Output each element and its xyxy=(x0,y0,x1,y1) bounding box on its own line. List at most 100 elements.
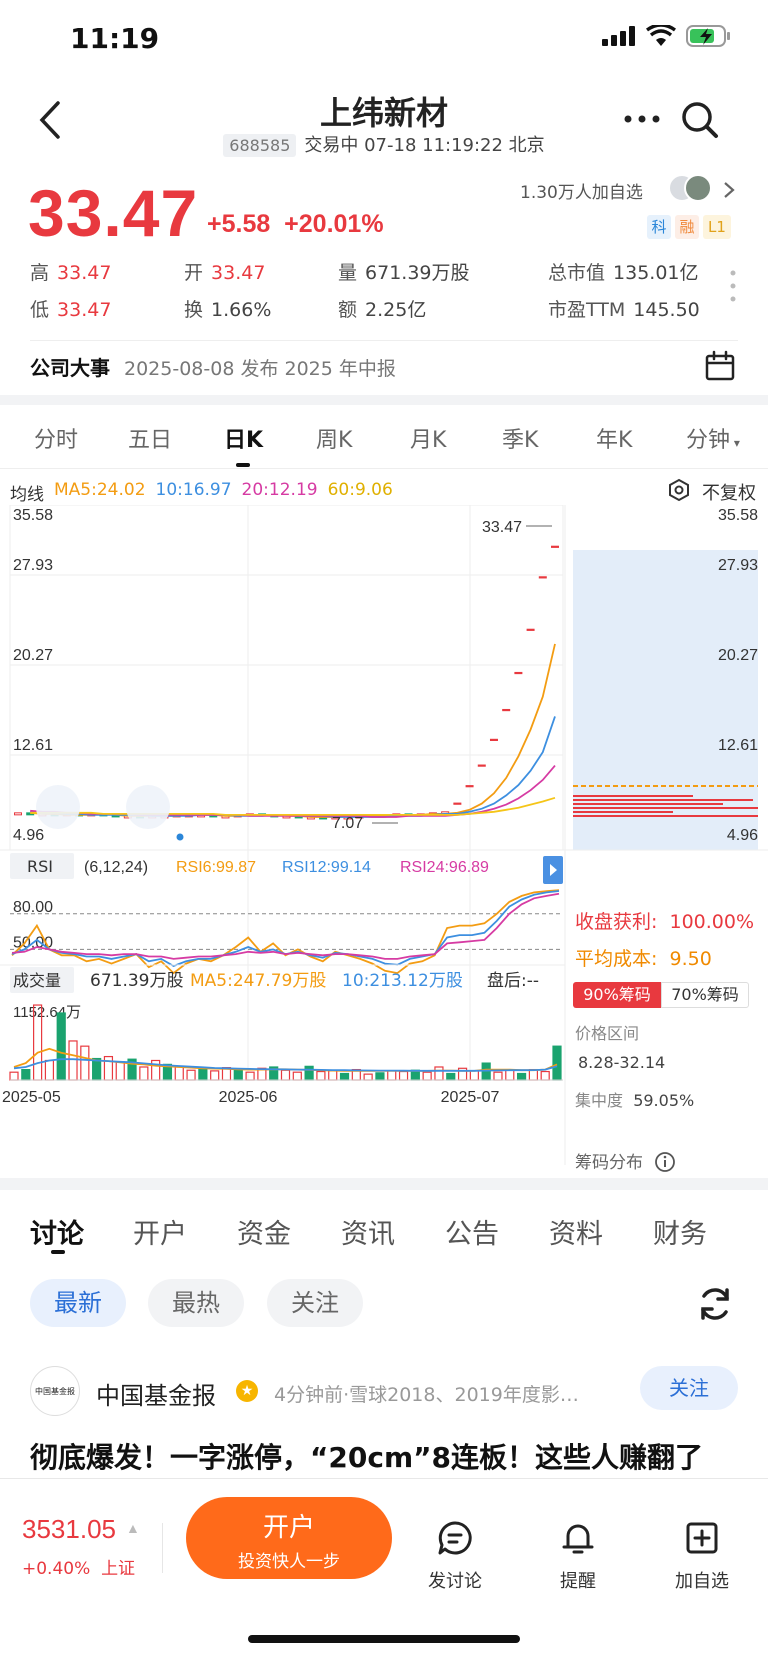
section-divider-2 xyxy=(0,1178,768,1190)
chip-range-label: 价格区间 xyxy=(575,1024,640,1043)
chip-tab-70[interactable]: 70%筹码 xyxy=(661,982,749,1008)
chip-bar-1 xyxy=(573,799,753,801)
volume-bar xyxy=(552,1045,562,1081)
kline-ytick: 27.93 xyxy=(13,557,53,574)
tab-discuss[interactable]: 讨论 xyxy=(30,1212,84,1251)
rsi-legend-0: RSI6:99.87 xyxy=(176,859,256,876)
index-value[interactable]: 3531.05 ▲ xyxy=(22,1514,140,1545)
volume-bar xyxy=(80,1045,90,1081)
post-title[interactable]: 彻底爆发！一字涨停，“20cm”8连板！这些人赚翻了 xyxy=(30,1436,703,1476)
adjust-toggle[interactable]: 不复权 xyxy=(702,479,756,505)
rsi-legend-1: RSI12:99.14 xyxy=(282,859,371,876)
rsi-params: (6,12,24) xyxy=(84,859,148,876)
last-price: 33.47 xyxy=(28,176,199,250)
tab-open-account[interactable]: 开户 xyxy=(133,1212,187,1251)
tab-announcements[interactable]: 公告 xyxy=(445,1212,499,1251)
stat-high: 高 33.47 xyxy=(30,262,112,284)
price-change: +5.58 +20.01% xyxy=(207,210,384,238)
volume-bar xyxy=(446,1072,456,1081)
tab-profile[interactable]: 资料 xyxy=(549,1212,603,1251)
volume-bar xyxy=(516,1072,527,1081)
volume-bar xyxy=(469,1070,479,1081)
tab-quarterly-k[interactable]: 季K xyxy=(502,422,538,454)
refresh-icon[interactable] xyxy=(696,1285,734,1323)
ma-line-ma5 xyxy=(30,643,556,818)
candle xyxy=(502,708,511,712)
chip-bar-3 xyxy=(573,807,758,809)
add-watchlist-button[interactable]: 加自选 xyxy=(667,1519,737,1593)
volume-legend-0: 671.39万股 xyxy=(90,971,183,991)
follower-avatars[interactable] xyxy=(668,174,712,202)
chip-bar-2 xyxy=(573,803,723,805)
rsi-legend-2: RSI24:96.89 xyxy=(400,859,489,876)
followers-count[interactable]: 1.30万人加自选 xyxy=(520,178,643,203)
candle xyxy=(14,812,22,816)
tab-minute[interactable]: 分钟 ▾ xyxy=(686,422,740,454)
chevron-right-icon[interactable] xyxy=(722,180,736,200)
volume-bar xyxy=(493,1071,503,1081)
chart-scroll-icon xyxy=(36,785,80,829)
stat-open: 开 33.47 xyxy=(184,262,266,284)
chip-range: 8.28-32.14 xyxy=(578,1053,666,1072)
remind-button[interactable]: 提醒 xyxy=(543,1519,613,1593)
price-change-pct: +20.01% xyxy=(284,210,384,238)
volume-bar xyxy=(92,1057,102,1081)
post-discuss-button[interactable]: 发讨论 xyxy=(420,1519,490,1593)
tab-monthly-k[interactable]: 月K xyxy=(410,422,446,454)
author-avatar[interactable]: 中国基金报 xyxy=(30,1366,80,1416)
section-divider xyxy=(0,395,768,405)
stat-pe: 市盈TTM 145.50 xyxy=(548,299,700,321)
chip-ytick: 27.93 xyxy=(718,557,758,574)
chip-bar-4 xyxy=(573,811,673,813)
candle xyxy=(514,671,523,675)
stock-code: 688585 xyxy=(223,134,297,157)
volume-xtick: 2025-07 xyxy=(441,1089,500,1106)
volume-bar xyxy=(505,1069,515,1081)
volume-bar xyxy=(528,1068,538,1081)
settings-icon[interactable] xyxy=(667,478,691,502)
up-arrow-icon: ▲ xyxy=(125,1520,140,1536)
open-account-button[interactable]: 开户 投资快人一步 xyxy=(186,1497,392,1579)
kline-ytick: 20.27 xyxy=(13,647,53,664)
tab-5day[interactable]: 五日 xyxy=(128,422,172,454)
company-event[interactable]: 公司大事 2025-08-08 发布 2025 年中报 xyxy=(30,352,396,381)
post-header: 中国基金报 中国基金报 ★ 4分钟前·雪球2018、2019年度影… 关注 xyxy=(30,1366,740,1424)
volume-bar xyxy=(245,1071,255,1081)
info-icon[interactable] xyxy=(654,1151,676,1173)
tag-star-market: 科 xyxy=(647,215,671,239)
discuss-tab-indicator xyxy=(51,1250,65,1254)
volume-bar xyxy=(328,1070,338,1081)
filter-following[interactable]: 关注 xyxy=(267,1279,363,1327)
tab-news[interactable]: 资讯 xyxy=(341,1212,395,1251)
volume-bar xyxy=(316,1070,326,1081)
rsi-ytick: 80.00 xyxy=(13,899,53,916)
kline-tabs: 分时 五日 日K 周K 月K 季K 年K 分钟 ▾ xyxy=(0,408,768,468)
tab-funds[interactable]: 资金 xyxy=(237,1212,291,1251)
tab-weekly-k[interactable]: 周K xyxy=(316,422,352,454)
chip-dist-label[interactable]: 筹码分布 xyxy=(575,1148,676,1173)
volume-bar xyxy=(233,1068,243,1081)
volume-bar xyxy=(422,1071,432,1081)
volume-bar xyxy=(9,1071,19,1081)
filter-latest[interactable]: 最新 xyxy=(30,1279,126,1327)
plus-box-icon xyxy=(686,1522,718,1554)
search-icon[interactable] xyxy=(680,100,720,140)
tab-intraday[interactable]: 分时 xyxy=(34,422,78,454)
calendar-icon[interactable] xyxy=(704,350,736,382)
volume-bar xyxy=(387,1070,397,1081)
more-icon[interactable] xyxy=(622,104,662,134)
follow-button[interactable]: 关注 xyxy=(640,1366,738,1410)
tab-financials[interactable]: 财务 xyxy=(653,1212,707,1251)
author-name[interactable]: 中国基金报 xyxy=(96,1376,216,1411)
filter-hot[interactable]: 最热 xyxy=(148,1279,244,1327)
tab-yearly-k[interactable]: 年K xyxy=(596,422,632,454)
volume-legend-1: MA5:247.79万股 xyxy=(190,971,326,991)
tab-daily-k[interactable]: 日K xyxy=(224,422,263,454)
more-vertical-icon[interactable] xyxy=(728,268,738,304)
ma-legend: 均线 MA5:24.02 10:16.97 20:12.19 60:9.06 xyxy=(10,480,393,505)
status-icons xyxy=(602,24,732,48)
chip-tab-90[interactable]: 90%筹码 xyxy=(573,982,661,1008)
discuss-tabs: 讨论 开户 资金 资讯 公告 资料 财务 xyxy=(0,1200,768,1260)
trade-status: 688585 交易中 07-18 11:19:22 北京 xyxy=(0,131,768,157)
home-indicator xyxy=(248,1635,520,1643)
